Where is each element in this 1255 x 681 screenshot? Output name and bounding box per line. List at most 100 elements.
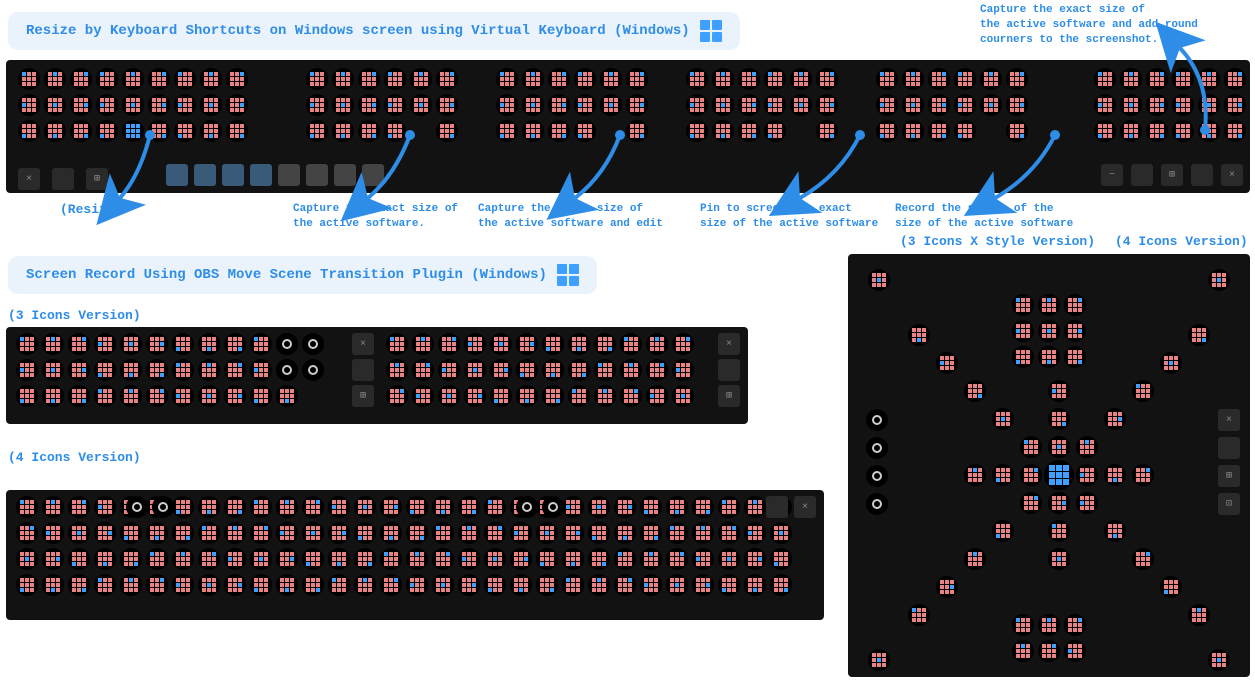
resize-key[interactable] bbox=[640, 574, 662, 596]
resize-key[interactable] bbox=[600, 68, 622, 90]
resize-key[interactable] bbox=[516, 385, 538, 407]
resize-key[interactable] bbox=[358, 94, 380, 116]
resize-key[interactable] bbox=[510, 574, 532, 596]
pause-button[interactable] bbox=[516, 496, 538, 518]
resize-key[interactable] bbox=[764, 68, 786, 90]
resize-key[interactable] bbox=[1160, 576, 1182, 598]
panel-control-button[interactable] bbox=[1131, 164, 1153, 186]
pause-button[interactable] bbox=[866, 437, 888, 459]
resize-key[interactable] bbox=[816, 94, 838, 116]
resize-key[interactable] bbox=[964, 464, 986, 486]
resize-key[interactable] bbox=[672, 385, 694, 407]
resize-key[interactable] bbox=[868, 649, 890, 671]
resize-key[interactable] bbox=[626, 68, 648, 90]
blank-button[interactable] bbox=[766, 496, 788, 518]
resize-key[interactable] bbox=[94, 574, 116, 596]
resize-key[interactable] bbox=[568, 333, 590, 355]
resize-key[interactable] bbox=[1224, 94, 1246, 116]
resize-key[interactable] bbox=[1172, 120, 1194, 142]
resize-key[interactable] bbox=[250, 496, 272, 518]
resize-key[interactable] bbox=[1076, 492, 1098, 514]
resize-key[interactable] bbox=[600, 94, 622, 116]
resize-key[interactable] bbox=[1224, 120, 1246, 142]
resize-key[interactable] bbox=[406, 548, 428, 570]
resize-key[interactable] bbox=[876, 68, 898, 90]
resize-key[interactable] bbox=[96, 120, 118, 142]
resize-key[interactable] bbox=[16, 522, 38, 544]
resize-key[interactable] bbox=[490, 359, 512, 381]
resize-key[interactable] bbox=[928, 68, 950, 90]
resize-key[interactable] bbox=[68, 385, 90, 407]
resize-key[interactable] bbox=[226, 68, 248, 90]
resize-key[interactable] bbox=[68, 359, 90, 381]
resize-key[interactable] bbox=[868, 269, 890, 291]
resize-key[interactable] bbox=[1064, 320, 1086, 342]
resize-key[interactable] bbox=[94, 385, 116, 407]
resize-key[interactable] bbox=[1132, 380, 1154, 402]
resize-key[interactable] bbox=[94, 522, 116, 544]
resize-key[interactable] bbox=[146, 574, 168, 596]
resize-key[interactable] bbox=[1120, 68, 1142, 90]
resize-key[interactable] bbox=[68, 574, 90, 596]
resize-key[interactable] bbox=[224, 333, 246, 355]
resize-key[interactable] bbox=[620, 359, 642, 381]
resize-key[interactable] bbox=[16, 359, 38, 381]
resize-key[interactable] bbox=[42, 522, 64, 544]
resize-key[interactable] bbox=[146, 333, 168, 355]
resize-key[interactable] bbox=[406, 496, 428, 518]
resize-key[interactable] bbox=[68, 496, 90, 518]
resize-key[interactable] bbox=[542, 359, 564, 381]
resize-key[interactable] bbox=[1038, 346, 1060, 368]
resize-key[interactable] bbox=[1048, 380, 1070, 402]
resize-key[interactable] bbox=[646, 359, 668, 381]
resize-key[interactable] bbox=[198, 385, 220, 407]
panel-button[interactable]: × bbox=[1218, 409, 1240, 431]
app-icon[interactable] bbox=[166, 164, 188, 186]
resize-key[interactable] bbox=[458, 496, 480, 518]
resize-key[interactable] bbox=[712, 120, 734, 142]
resize-key[interactable] bbox=[172, 496, 194, 518]
resize-key[interactable] bbox=[406, 522, 428, 544]
resize-key[interactable] bbox=[666, 548, 688, 570]
resize-key[interactable] bbox=[744, 574, 766, 596]
resize-key[interactable] bbox=[276, 574, 298, 596]
resize-key[interactable] bbox=[70, 120, 92, 142]
resize-key[interactable] bbox=[410, 94, 432, 116]
resize-key[interactable] bbox=[672, 359, 694, 381]
resize-key[interactable] bbox=[412, 359, 434, 381]
resize-key[interactable] bbox=[816, 68, 838, 90]
resize-key[interactable] bbox=[328, 574, 350, 596]
resize-key[interactable] bbox=[226, 94, 248, 116]
app-icon[interactable] bbox=[222, 164, 244, 186]
resize-key[interactable] bbox=[496, 94, 518, 116]
resize-key[interactable] bbox=[380, 496, 402, 518]
resize-key[interactable] bbox=[406, 574, 428, 596]
resize-key[interactable] bbox=[436, 120, 458, 142]
resize-key[interactable] bbox=[626, 120, 648, 142]
resize-key[interactable] bbox=[358, 68, 380, 90]
resize-key[interactable] bbox=[964, 548, 986, 570]
resize-key[interactable] bbox=[354, 522, 376, 544]
resize-key[interactable] bbox=[1172, 68, 1194, 90]
resize-key[interactable] bbox=[198, 574, 220, 596]
resize-key[interactable] bbox=[1120, 94, 1142, 116]
resize-key[interactable] bbox=[464, 359, 486, 381]
stop-button[interactable] bbox=[152, 496, 174, 518]
resize-key[interactable] bbox=[354, 574, 376, 596]
resize-key[interactable] bbox=[954, 120, 976, 142]
resize-key[interactable] bbox=[250, 574, 272, 596]
resize-key[interactable] bbox=[1064, 294, 1086, 316]
resize-key[interactable] bbox=[332, 68, 354, 90]
resize-key[interactable] bbox=[70, 94, 92, 116]
resize-key[interactable] bbox=[738, 94, 760, 116]
resize-key[interactable] bbox=[1198, 120, 1220, 142]
resize-key[interactable] bbox=[1064, 346, 1086, 368]
resize-key[interactable] bbox=[380, 522, 402, 544]
resize-key[interactable] bbox=[226, 120, 248, 142]
resize-key[interactable] bbox=[410, 68, 432, 90]
resize-key[interactable] bbox=[432, 496, 454, 518]
resize-key[interactable] bbox=[18, 68, 40, 90]
resize-key[interactable] bbox=[44, 94, 66, 116]
resize-key[interactable] bbox=[1038, 320, 1060, 342]
resize-key[interactable] bbox=[516, 333, 538, 355]
